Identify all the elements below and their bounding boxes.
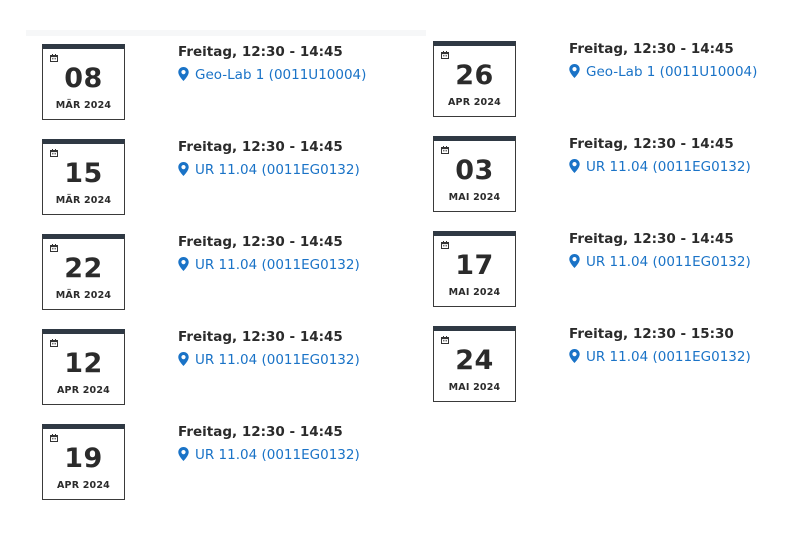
event-month-year: MÄR 2024 xyxy=(55,290,112,301)
event-location-text[interactable]: UR 11.04 (0011EG0132) xyxy=(195,447,360,463)
event-month-year: MAI 2024 xyxy=(448,287,501,298)
calendar-icon xyxy=(441,51,449,59)
calendar-icon xyxy=(441,146,449,154)
event-day: 26 xyxy=(455,60,494,91)
event-location-link[interactable]: UR 11.04 (0011EG0132) xyxy=(178,257,428,273)
event-time: Freitag, 12:30 - 14:45 xyxy=(178,234,343,250)
calendar-date-badge: 22 MÄR 2024 xyxy=(42,234,125,310)
event-item: 19 APR 2024 Freitag, 12:30 - 14:45 UR 11… xyxy=(42,424,422,510)
event-item: 08 MÄR 2024 Freitag, 12:30 - 14:45 Geo-L… xyxy=(42,44,422,130)
event-location-link[interactable]: UR 11.04 (0011EG0132) xyxy=(569,349,812,365)
calendar-date-badge: 15 MÄR 2024 xyxy=(42,139,125,215)
event-location-link[interactable]: UR 11.04 (0011EG0132) xyxy=(178,447,428,463)
map-pin-icon xyxy=(178,67,189,81)
event-time: Freitag, 12:30 - 14:45 xyxy=(178,424,343,440)
calendar-icon xyxy=(50,244,58,252)
event-location-link[interactable]: UR 11.04 (0011EG0132) xyxy=(178,352,428,368)
event-day: 19 xyxy=(64,443,103,474)
event-time: Freitag, 12:30 - 14:45 xyxy=(569,136,734,152)
map-pin-icon xyxy=(569,159,580,173)
map-pin-icon xyxy=(178,257,189,271)
event-month-year: MAI 2024 xyxy=(448,382,501,393)
event-location-text[interactable]: Geo-Lab 1 (0011U10004) xyxy=(586,64,757,80)
event-info: Freitag, 12:30 - 14:45 Geo-Lab 1 (0011U1… xyxy=(178,44,428,83)
event-info: Freitag, 12:30 - 14:45 UR 11.04 (0011EG0… xyxy=(569,231,812,270)
header-divider xyxy=(26,30,426,36)
event-day: 24 xyxy=(455,345,494,376)
calendar-icon xyxy=(441,241,449,249)
map-pin-icon xyxy=(569,64,580,78)
event-month-year: MÄR 2024 xyxy=(55,195,112,206)
event-day: 12 xyxy=(64,348,103,379)
calendar-icon xyxy=(50,54,58,62)
event-item: 12 APR 2024 Freitag, 12:30 - 14:45 UR 11… xyxy=(42,329,422,415)
event-location-link[interactable]: UR 11.04 (0011EG0132) xyxy=(569,159,812,175)
calendar-icon xyxy=(50,149,58,157)
event-month-year: APR 2024 xyxy=(57,385,110,396)
event-item: 15 MÄR 2024 Freitag, 12:30 - 14:45 UR 11… xyxy=(42,139,422,225)
event-item: 22 MÄR 2024 Freitag, 12:30 - 14:45 UR 11… xyxy=(42,234,422,320)
calendar-icon xyxy=(441,336,449,344)
event-location-text[interactable]: UR 11.04 (0011EG0132) xyxy=(586,349,751,365)
event-month-year: MÄR 2024 xyxy=(55,100,112,111)
calendar-date-badge: 26 APR 2024 xyxy=(433,41,516,117)
event-location-text[interactable]: UR 11.04 (0011EG0132) xyxy=(195,352,360,368)
event-day: 03 xyxy=(455,155,494,186)
event-item: 26 APR 2024 Freitag, 12:30 - 14:45 Geo-L… xyxy=(433,41,812,127)
event-info: Freitag, 12:30 - 15:30 UR 11.04 (0011EG0… xyxy=(569,326,812,365)
calendar-date-badge: 17 MAI 2024 xyxy=(433,231,516,307)
event-item: 03 MAI 2024 Freitag, 12:30 - 14:45 UR 11… xyxy=(433,136,812,222)
event-info: Freitag, 12:30 - 14:45 UR 11.04 (0011EG0… xyxy=(178,329,428,368)
event-info: Freitag, 12:30 - 14:45 UR 11.04 (0011EG0… xyxy=(178,139,428,178)
event-info: Freitag, 12:30 - 14:45 Geo-Lab 1 (0011U1… xyxy=(569,41,812,80)
event-location-text[interactable]: UR 11.04 (0011EG0132) xyxy=(195,162,360,178)
calendar-icon xyxy=(50,434,58,442)
event-location-text[interactable]: UR 11.04 (0011EG0132) xyxy=(195,257,360,273)
event-day: 17 xyxy=(455,250,494,281)
map-pin-icon xyxy=(178,447,189,461)
map-pin-icon xyxy=(178,352,189,366)
event-info: Freitag, 12:30 - 14:45 UR 11.04 (0011EG0… xyxy=(178,234,428,273)
event-time: Freitag, 12:30 - 14:45 xyxy=(178,139,343,155)
event-time: Freitag, 12:30 - 15:30 xyxy=(569,326,734,342)
event-time: Freitag, 12:30 - 14:45 xyxy=(178,329,343,345)
event-location-link[interactable]: UR 11.04 (0011EG0132) xyxy=(178,162,428,178)
event-month-year: MAI 2024 xyxy=(448,192,501,203)
map-pin-icon xyxy=(569,349,580,363)
event-day: 22 xyxy=(64,253,103,284)
calendar-date-badge: 08 MÄR 2024 xyxy=(42,44,125,120)
event-info: Freitag, 12:30 - 14:45 UR 11.04 (0011EG0… xyxy=(178,424,428,463)
calendar-date-badge: 24 MAI 2024 xyxy=(433,326,516,402)
event-location-text[interactable]: UR 11.04 (0011EG0132) xyxy=(586,159,751,175)
event-location-text[interactable]: UR 11.04 (0011EG0132) xyxy=(586,254,751,270)
map-pin-icon xyxy=(569,254,580,268)
calendar-date-badge: 12 APR 2024 xyxy=(42,329,125,405)
map-pin-icon xyxy=(178,162,189,176)
event-time: Freitag, 12:30 - 14:45 xyxy=(569,231,734,247)
event-location-text[interactable]: Geo-Lab 1 (0011U10004) xyxy=(195,67,366,83)
event-schedule: 08 MÄR 2024 Freitag, 12:30 - 14:45 Geo-L… xyxy=(0,0,812,540)
event-month-year: APR 2024 xyxy=(448,97,501,108)
calendar-icon xyxy=(50,339,58,347)
event-time: Freitag, 12:30 - 14:45 xyxy=(178,44,343,60)
event-location-link[interactable]: Geo-Lab 1 (0011U10004) xyxy=(569,64,812,80)
event-info: Freitag, 12:30 - 14:45 UR 11.04 (0011EG0… xyxy=(569,136,812,175)
event-day: 08 xyxy=(64,63,103,94)
event-item: 24 MAI 2024 Freitag, 12:30 - 15:30 UR 11… xyxy=(433,326,812,412)
event-location-link[interactable]: Geo-Lab 1 (0011U10004) xyxy=(178,67,428,83)
event-item: 17 MAI 2024 Freitag, 12:30 - 14:45 UR 11… xyxy=(433,231,812,317)
calendar-date-badge: 19 APR 2024 xyxy=(42,424,125,500)
event-month-year: APR 2024 xyxy=(57,480,110,491)
event-day: 15 xyxy=(64,158,103,189)
calendar-date-badge: 03 MAI 2024 xyxy=(433,136,516,212)
event-location-link[interactable]: UR 11.04 (0011EG0132) xyxy=(569,254,812,270)
event-time: Freitag, 12:30 - 14:45 xyxy=(569,41,734,57)
